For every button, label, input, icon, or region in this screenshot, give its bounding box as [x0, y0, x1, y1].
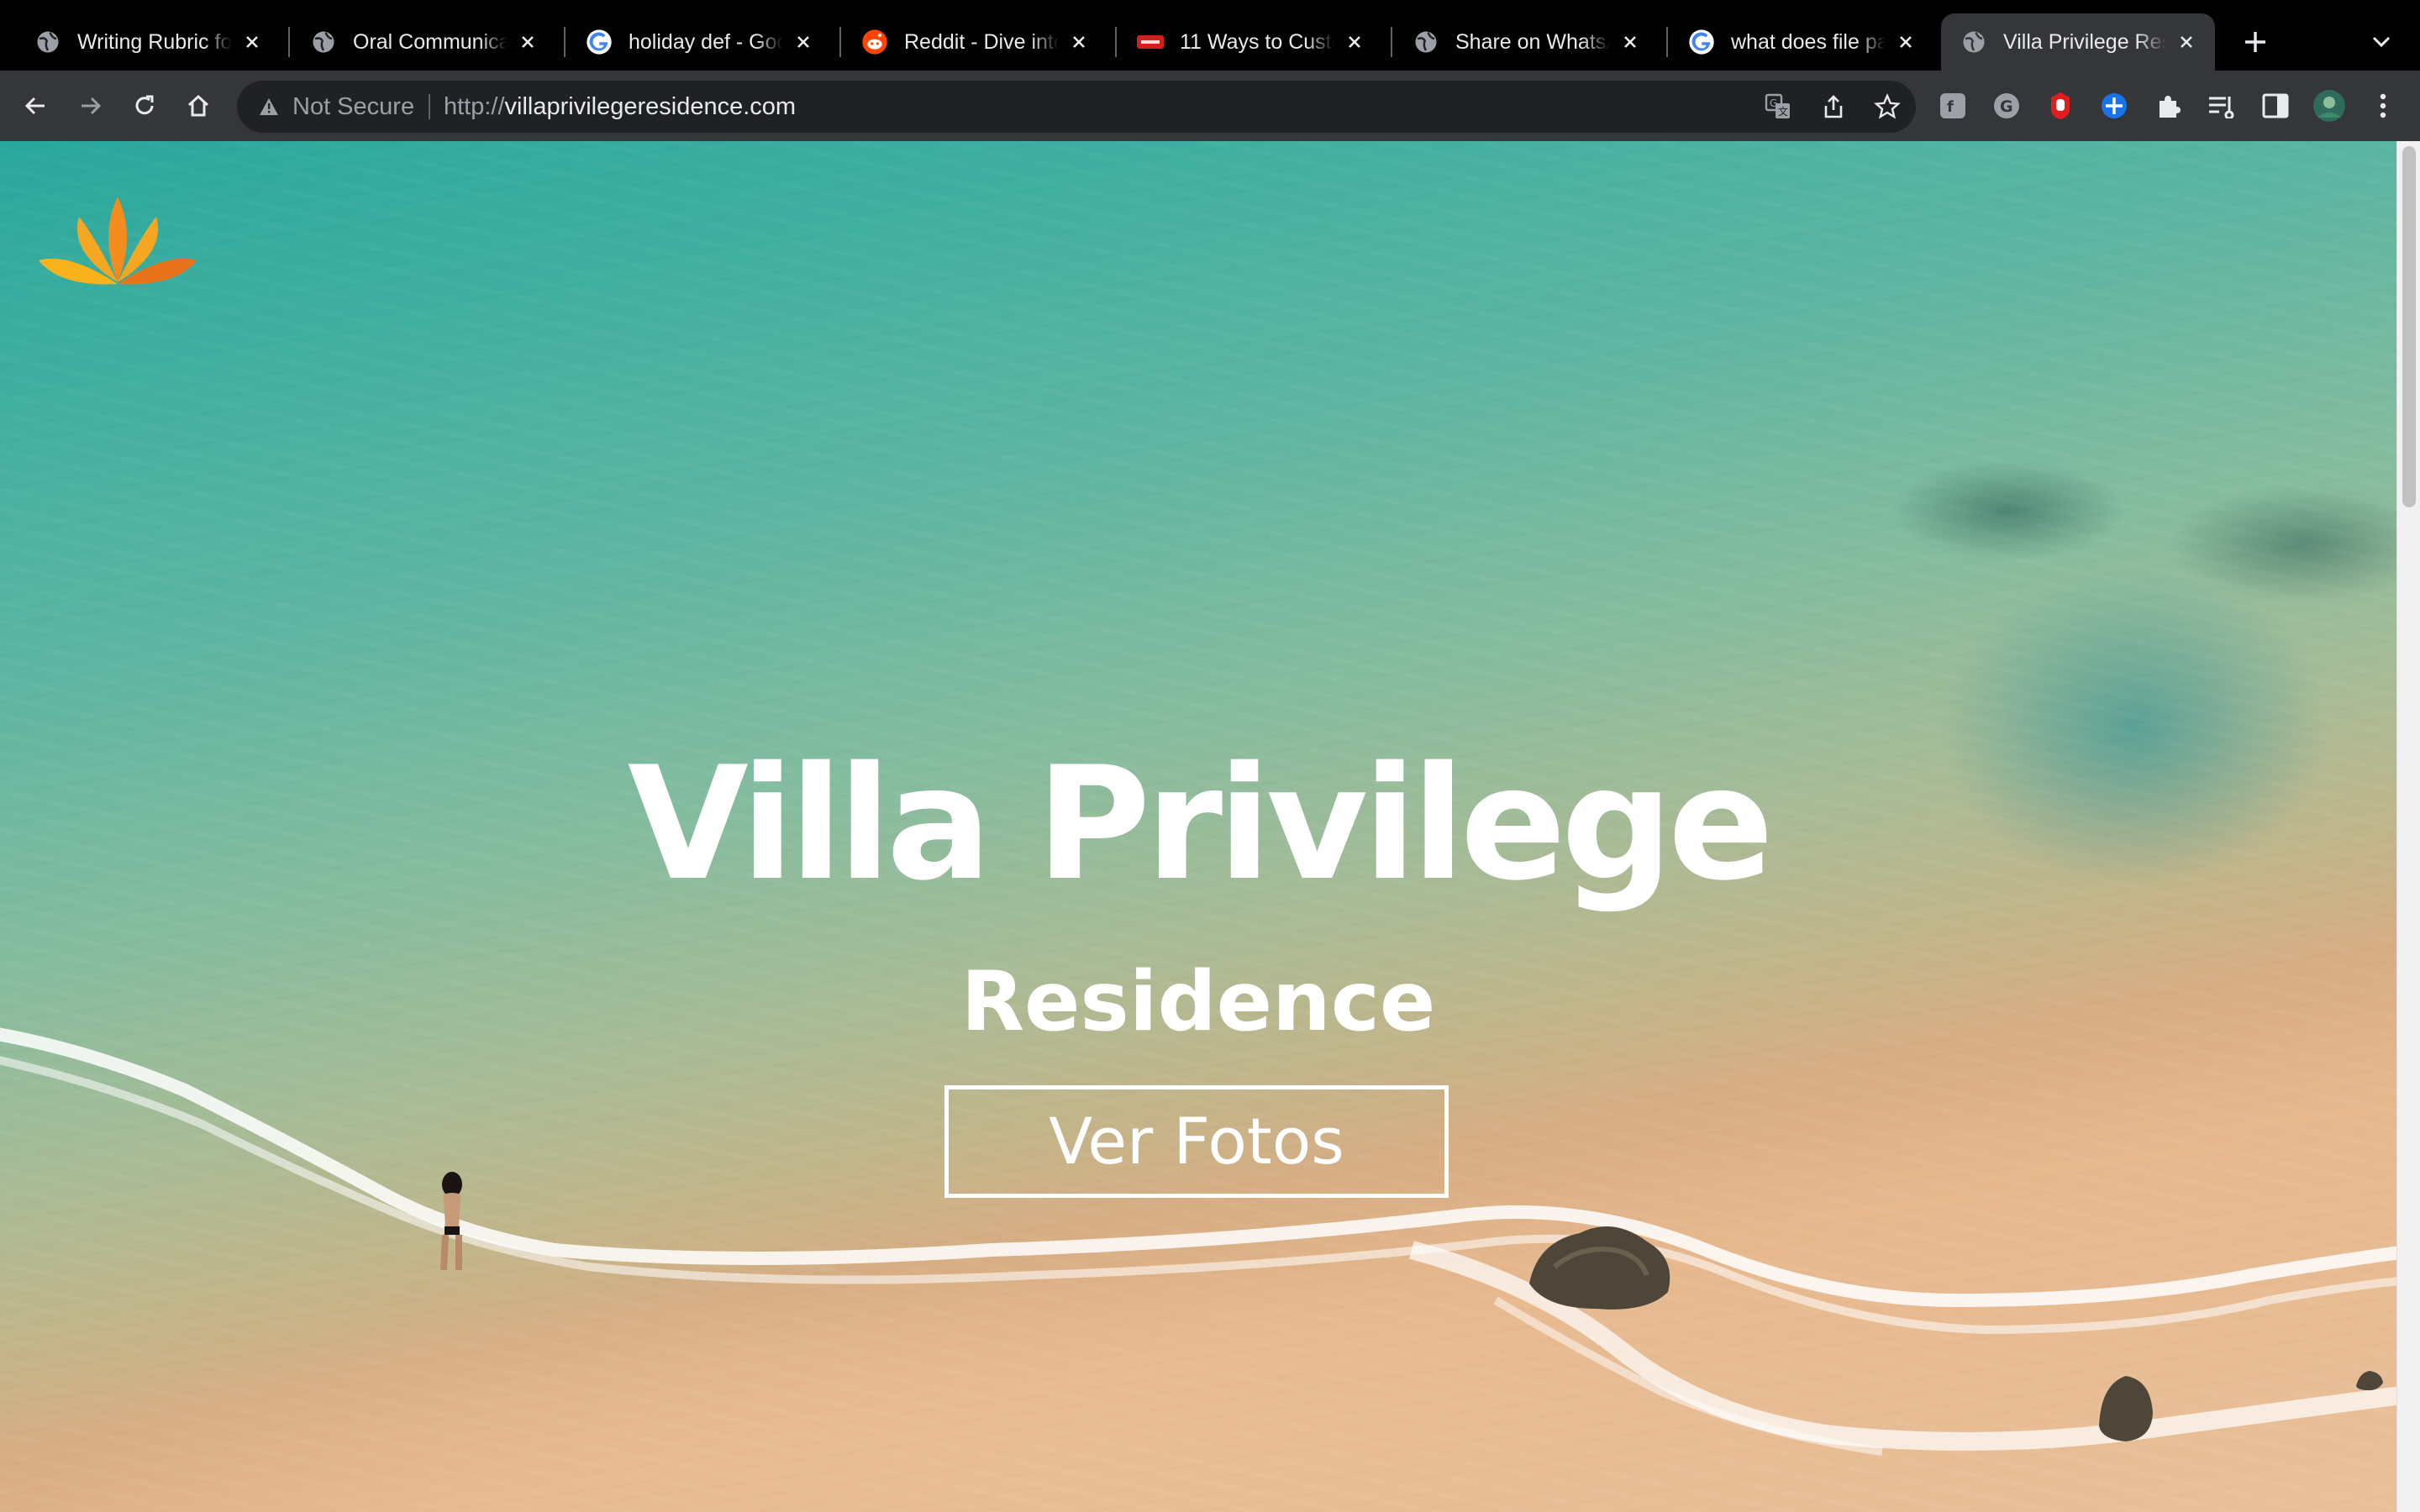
tab-title: 11 Ways to Custor [1180, 29, 1334, 54]
close-icon[interactable] [2175, 30, 2198, 54]
tab-search-chevron-icon[interactable] [2365, 25, 2398, 59]
back-arrow-icon[interactable] [17, 87, 54, 124]
globe-icon [309, 28, 338, 56]
url-host: villaprivilegeresidence.com [504, 93, 797, 120]
tab-title: Reddit - Dive into [904, 29, 1059, 54]
reading-list-icon[interactable] [2205, 89, 2238, 123]
tab-villa-privilege[interactable]: Villa Privilege Res [1941, 13, 2215, 71]
hero-subtitle: Residence [960, 954, 1436, 1050]
globe-icon [1960, 28, 1988, 56]
hero-beach-background: Villa Privilege Residence Ver Fotos [0, 141, 2420, 1512]
svg-text:文: 文 [1778, 105, 1788, 118]
close-icon[interactable] [240, 30, 264, 54]
tab-separator [839, 27, 841, 57]
kebab-menu-icon[interactable] [2366, 89, 2400, 123]
extension-a-icon[interactable]: f [1936, 89, 1970, 123]
scrollbar-thumb[interactable] [2402, 146, 2416, 507]
close-icon[interactable] [1067, 30, 1091, 54]
tab-separator [1391, 27, 1392, 57]
globe-icon [1412, 28, 1440, 56]
translate-icon[interactable]: G文 [1763, 92, 1793, 122]
svg-text:G: G [2000, 97, 2013, 116]
tab-separator [1115, 27, 1117, 57]
close-icon[interactable] [1343, 30, 1366, 54]
new-tab-button[interactable] [2235, 22, 2275, 62]
lotus-logo[interactable] [35, 193, 200, 286]
tab-strip: Writing Rubric for Oral Communicat holid… [0, 0, 2420, 71]
page-scrollbar[interactable] [2396, 141, 2420, 1512]
tab-holiday-def[interactable]: holiday def - Goo [566, 13, 832, 71]
security-divider [429, 94, 430, 119]
tab-share-on-whatsapp[interactable]: Share on WhatsA [1393, 13, 1659, 71]
star-icon[interactable] [1872, 92, 1902, 122]
warning-triangle-icon[interactable] [255, 93, 282, 120]
share-icon[interactable] [1818, 92, 1849, 122]
stop-hand-icon[interactable] [2044, 89, 2077, 123]
security-label[interactable]: Not Secure [292, 81, 414, 133]
home-icon[interactable] [180, 87, 217, 124]
beach-rock [2099, 1376, 2153, 1441]
ver-fotos-button[interactable]: Ver Fotos [944, 1085, 1449, 1198]
puzzle-icon[interactable] [2151, 89, 2185, 123]
tab-title: holiday def - Goo [629, 29, 783, 54]
page-viewport: Villa Privilege Residence Ver Fotos [0, 141, 2420, 1512]
url-scheme: http:// [444, 93, 505, 120]
grammarly-icon[interactable]: G [1990, 89, 2023, 123]
tab-separator [288, 27, 290, 57]
reddit-icon [860, 28, 889, 56]
forward-arrow-icon[interactable] [72, 87, 109, 124]
google-icon [585, 28, 613, 56]
browser-chrome: Writing Rubric for Oral Communicat holid… [0, 0, 2420, 141]
person-in-water [440, 1172, 462, 1271]
beach-rock [1529, 1226, 1670, 1310]
address-bar[interactable]: Not Secure http://villaprivilegeresidenc… [237, 81, 1916, 133]
url-text[interactable]: http://villaprivilegeresidence.com [444, 81, 796, 133]
tab-title: what does file pa [1731, 29, 1886, 54]
reload-icon[interactable] [126, 87, 163, 124]
browser-toolbar: Not Secure http://villaprivilegeresidenc… [0, 71, 2420, 141]
tab-title: Oral Communicat [353, 29, 508, 54]
google-icon [1687, 28, 1716, 56]
tab-title: Villa Privilege Res [2003, 29, 2166, 54]
profile-avatar[interactable] [2312, 89, 2346, 123]
hero-title: Villa Privilege [627, 732, 1774, 915]
tab-what-does-file-path[interactable]: what does file pa [1669, 13, 1934, 71]
close-icon[interactable] [516, 30, 539, 54]
tab-title: Share on WhatsA [1455, 29, 1610, 54]
tab-11-ways[interactable]: 11 Ways to Custor [1118, 13, 1383, 71]
svg-text:f: f [1947, 98, 1954, 116]
close-icon[interactable] [1618, 30, 1642, 54]
add-circle-icon[interactable] [2097, 89, 2131, 123]
side-panel-icon[interactable] [2259, 89, 2292, 123]
tab-title: Writing Rubric for [77, 29, 232, 54]
tab-writing-rubric[interactable]: Writing Rubric for [15, 13, 281, 71]
close-icon[interactable] [1894, 30, 1918, 54]
hud-icon [1136, 28, 1165, 56]
tab-separator [564, 27, 566, 57]
tab-oral-communication[interactable]: Oral Communicat [291, 13, 556, 71]
close-icon[interactable] [792, 30, 815, 54]
tab-reddit[interactable]: Reddit - Dive into [842, 13, 1107, 71]
tab-separator [1666, 27, 1668, 57]
surf-foam [0, 1027, 2420, 1456]
globe-icon [34, 28, 62, 56]
beach-rock [2356, 1371, 2383, 1391]
